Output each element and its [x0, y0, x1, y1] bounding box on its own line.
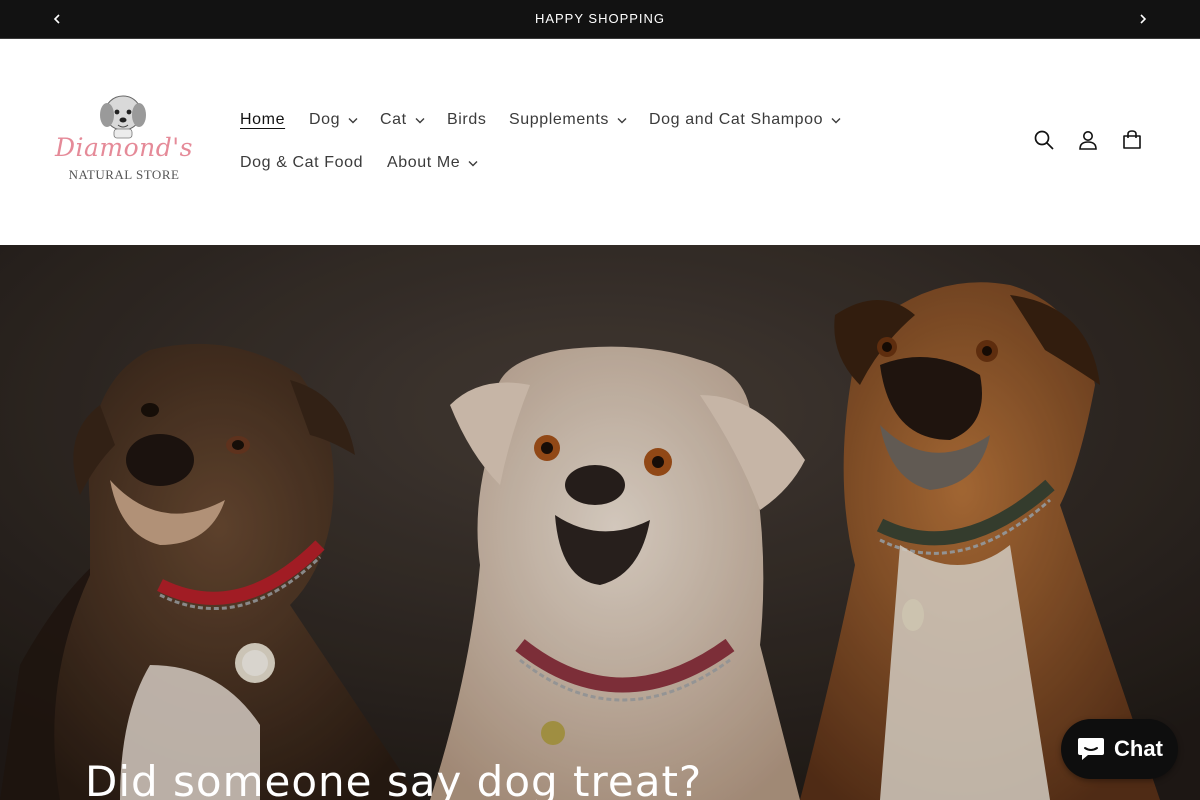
nav-cat-label: Cat	[380, 111, 407, 128]
store-logo[interactable]: Diamond's NATURAL STORE	[48, 93, 200, 187]
nav-shampoo-label: Dog and Cat Shampoo	[649, 111, 824, 128]
logo-subtitle-text: NATURAL STORE	[68, 167, 180, 182]
three-dogs-photo	[0, 245, 1200, 800]
chevron-down-icon	[831, 117, 841, 123]
nav-supplements[interactable]: Supplements	[509, 111, 627, 129]
nav-about-label: About Me	[387, 154, 461, 171]
nav-dog[interactable]: Dog	[309, 111, 358, 129]
nav-dog-cat-shampoo[interactable]: Dog and Cat Shampoo	[649, 111, 841, 129]
cart-button[interactable]	[1119, 127, 1145, 153]
nav-supplements-label: Supplements	[509, 111, 609, 128]
announcement-text: HAPPY SHOPPING	[534, 11, 666, 26]
announcement-bar: HAPPY SHOPPING	[0, 0, 1200, 39]
chevron-right-icon	[1140, 14, 1147, 24]
nav-birds-label: Birds	[447, 111, 487, 128]
search-button[interactable]	[1031, 127, 1057, 153]
nav-food-label: Dog & Cat Food	[240, 154, 364, 171]
chat-label: Chat	[1114, 736, 1163, 761]
nav-dog-label: Dog	[309, 111, 341, 128]
chevron-down-icon	[468, 160, 478, 166]
hero-heading: Did someone say dog treat?	[85, 757, 703, 800]
chevron-down-icon	[348, 117, 358, 123]
nav-birds[interactable]: Birds	[447, 111, 486, 129]
nav-about-me[interactable]: About Me	[387, 154, 478, 172]
chevron-down-icon	[415, 117, 425, 123]
chevron-down-icon	[617, 117, 627, 123]
nav-home-label: Home	[240, 111, 286, 128]
logo-script-text: Diamond's	[54, 133, 193, 162]
chat-bubble-icon	[1078, 738, 1105, 760]
hero-banner: Did someone say dog treat?	[0, 245, 1200, 800]
announcement-next-button[interactable]	[1131, 8, 1155, 30]
account-icon	[1079, 131, 1097, 150]
cart-icon	[1123, 130, 1141, 149]
nav-cat[interactable]: Cat	[380, 111, 425, 129]
nav-dog-cat-food[interactable]: Dog & Cat Food	[240, 154, 363, 172]
search-icon	[1034, 130, 1054, 150]
account-button[interactable]	[1075, 127, 1101, 153]
nav-home[interactable]: Home	[240, 111, 285, 129]
site-header: Diamond's NATURAL STORE Home Dog Cat Bir…	[0, 39, 1200, 245]
chat-button[interactable]: Chat	[1061, 719, 1178, 779]
